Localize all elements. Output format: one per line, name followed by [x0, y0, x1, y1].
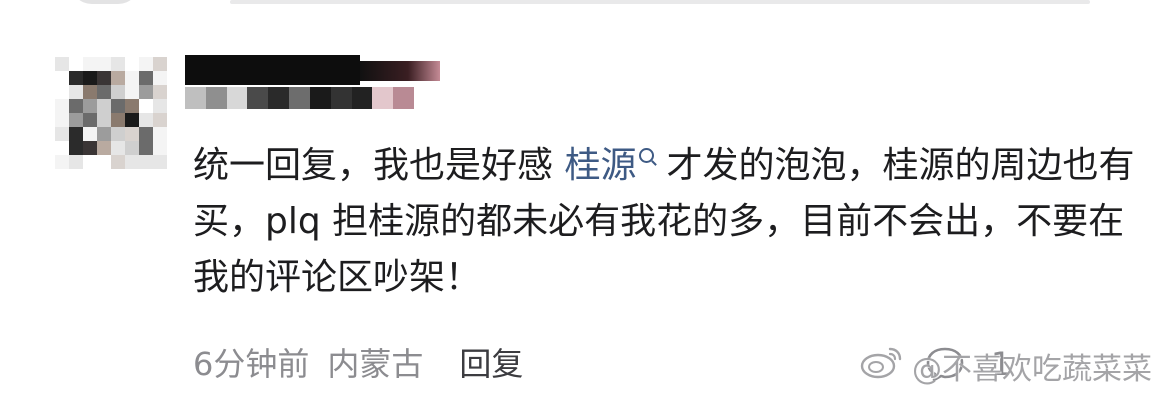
weibo-logo-icon	[860, 345, 904, 387]
comment-time: 6分钟前	[193, 345, 310, 383]
topic-link-label: 桂源	[564, 145, 637, 186]
comment-body: 统一回复，我也是好感 桂源 才发的泡泡，桂源的周边也有买，plq 担桂源的都未必有…	[193, 138, 1143, 306]
previous-comment-avatar-edge	[70, 0, 140, 4]
search-icon	[639, 148, 655, 163]
redaction-bar	[360, 61, 440, 81]
username-redacted[interactable]	[185, 55, 440, 115]
comment-text-part1: 统一回复，我也是好感	[193, 145, 565, 186]
comment-meta: 6分钟前 内蒙古 回复	[193, 343, 523, 385]
reply-button[interactable]: 回复	[459, 343, 523, 385]
weibo-watermark: @不喜欢吃蔬菜菜	[860, 345, 1152, 387]
avatar[interactable]	[55, 57, 167, 169]
watermark-text: @不喜欢吃蔬菜菜	[912, 352, 1152, 387]
redaction-bar	[185, 55, 360, 85]
top-divider	[230, 0, 1090, 4]
comment-location: 内蒙古	[327, 345, 424, 383]
redaction-pixels	[185, 87, 435, 109]
topic-link[interactable]: 桂源	[564, 145, 666, 186]
